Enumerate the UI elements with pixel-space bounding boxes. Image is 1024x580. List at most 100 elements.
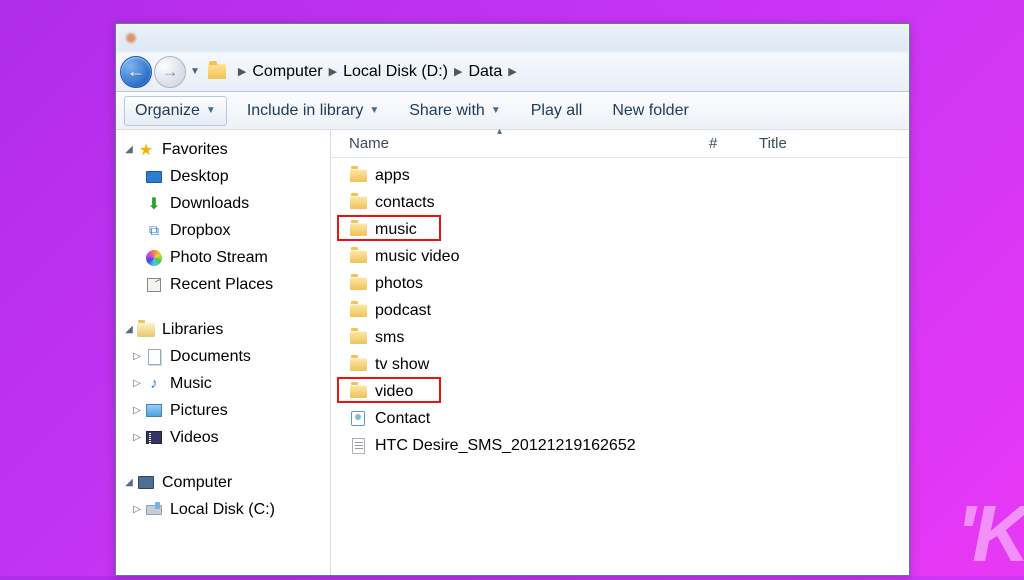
file-row-photos[interactable]: photos (331, 270, 909, 297)
main-area: ◢ ★ Favorites Desktop ⬇ Downloads ⧉ Drop… (116, 130, 909, 575)
command-toolbar: Organize ▼ Include in library ▼ Share wi… (116, 92, 909, 130)
sidebar-item-recent[interactable]: Recent Places (116, 271, 330, 298)
sidebar-item-label: Videos (170, 429, 219, 447)
file-name-label: podcast (375, 302, 431, 320)
sidebar-item-music[interactable]: ▷ ♪ Music (116, 370, 330, 397)
breadcrumb-segment-computer[interactable]: Computer (252, 63, 322, 81)
folder-icon (349, 357, 367, 372)
sidebar-item-videos[interactable]: ▷ Videos (116, 424, 330, 451)
collapse-icon[interactable]: ◢ (122, 324, 136, 335)
include-library-button[interactable]: Include in library ▼ (237, 97, 389, 125)
sidebar-item-desktop[interactable]: Desktop (116, 163, 330, 190)
address-breadcrumb[interactable]: ▶ Computer ▶ Local Disk (D:) ▶ Data ▶ (204, 58, 905, 86)
include-label: Include in library (247, 102, 364, 120)
nav-sidebar: ◢ ★ Favorites Desktop ⬇ Downloads ⧉ Drop… (116, 130, 331, 575)
expand-icon[interactable]: ▷ (130, 405, 144, 416)
document-icon (144, 348, 164, 366)
play-all-button[interactable]: Play all (521, 97, 593, 125)
folder-icon (349, 168, 367, 183)
sidebar-item-label: Recent Places (170, 276, 273, 294)
column-label: # (709, 135, 717, 152)
sidebar-item-label: Photo Stream (170, 249, 268, 267)
column-label: Title (759, 135, 787, 152)
back-button[interactable]: ← (120, 56, 152, 88)
folder-icon (349, 384, 367, 399)
sort-ascending-icon: ▴ (497, 126, 502, 137)
expand-icon[interactable]: ▷ (130, 378, 144, 389)
share-label: Share with (409, 102, 485, 120)
sidebar-item-label: Dropbox (170, 222, 230, 240)
textfile-icon (349, 438, 367, 453)
downloads-icon: ⬇ (144, 195, 164, 213)
file-row-music[interactable]: music (331, 216, 909, 243)
expand-icon[interactable]: ▷ (130, 504, 144, 515)
file-row-music-video[interactable]: music video (331, 243, 909, 270)
favorites-label: Favorites (162, 141, 228, 159)
file-row-sms[interactable]: sms (331, 324, 909, 351)
libraries-icon (136, 321, 156, 339)
file-row-podcast[interactable]: podcast (331, 297, 909, 324)
column-header-number[interactable]: # (709, 135, 759, 152)
file-name-label: photos (375, 275, 423, 293)
window-title-bar (116, 24, 909, 52)
breadcrumb-segment-folder[interactable]: Data (468, 63, 502, 81)
computer-group: ◢ Computer ▷ Local Disk (C:) (116, 469, 330, 523)
file-name-label: video (375, 383, 413, 401)
sidebar-item-dropbox[interactable]: ⧉ Dropbox (116, 217, 330, 244)
file-row-video[interactable]: video (331, 378, 909, 405)
collapse-icon[interactable]: ◢ (122, 144, 136, 155)
chevron-down-icon: ▼ (206, 105, 216, 116)
expand-icon[interactable]: ▷ (130, 432, 144, 443)
chevron-down-icon: ▼ (369, 105, 379, 116)
window-control-icon (126, 33, 136, 43)
photostream-icon (144, 249, 164, 267)
desktop-icon (144, 168, 164, 186)
chevron-right-icon: ▶ (508, 65, 516, 78)
star-icon: ★ (136, 141, 156, 159)
contact-icon (349, 411, 367, 426)
libraries-group: ◢ Libraries ▷ Documents ▷ ♪ Music ▷ (116, 316, 330, 451)
sidebar-item-documents[interactable]: ▷ Documents (116, 343, 330, 370)
videos-icon (144, 429, 164, 447)
libraries-header[interactable]: ◢ Libraries (116, 316, 330, 343)
sidebar-item-label: Local Disk (C:) (170, 501, 275, 519)
watermark: 'K (956, 488, 1024, 580)
breadcrumb-segment-drive[interactable]: Local Disk (D:) (343, 63, 448, 81)
file-name-label: contacts (375, 194, 435, 212)
newfolder-label: New folder (612, 102, 688, 120)
chevron-right-icon: ▶ (329, 65, 337, 78)
computer-icon (136, 474, 156, 492)
file-row-HTC-Desire_SMS_20121219162652[interactable]: HTC Desire_SMS_20121219162652 (331, 432, 909, 459)
file-name-label: HTC Desire_SMS_20121219162652 (375, 437, 636, 455)
new-folder-button[interactable]: New folder (602, 97, 698, 125)
file-row-contacts[interactable]: contacts (331, 189, 909, 216)
forward-button[interactable]: → (154, 56, 186, 88)
chevron-down-icon: ▼ (491, 105, 501, 116)
column-header-name[interactable]: Name ▴ (349, 135, 709, 152)
organize-button[interactable]: Organize ▼ (124, 96, 227, 126)
history-dropdown[interactable]: ▼ (190, 66, 200, 77)
file-name-label: tv show (375, 356, 429, 374)
collapse-icon[interactable]: ◢ (122, 477, 136, 488)
computer-header[interactable]: ◢ Computer (116, 469, 330, 496)
sidebar-item-pictures[interactable]: ▷ Pictures (116, 397, 330, 424)
share-button[interactable]: Share with ▼ (399, 97, 511, 125)
favorites-header[interactable]: ◢ ★ Favorites (116, 136, 330, 163)
column-header-title[interactable]: Title (759, 135, 909, 152)
file-name-label: music (375, 221, 417, 239)
sidebar-item-downloads[interactable]: ⬇ Downloads (116, 190, 330, 217)
content-pane: Name ▴ # Title apps contacts music music vi… (331, 130, 909, 575)
file-row-Contact[interactable]: Contact (331, 405, 909, 432)
play-label: Play all (531, 102, 583, 120)
drive-icon (144, 501, 164, 519)
computer-label: Computer (162, 474, 232, 492)
file-row-tv-show[interactable]: tv show (331, 351, 909, 378)
sidebar-item-localdisk-c[interactable]: ▷ Local Disk (C:) (116, 496, 330, 523)
sidebar-item-photostream[interactable]: Photo Stream (116, 244, 330, 271)
file-name-label: Contact (375, 410, 430, 428)
libraries-label: Libraries (162, 321, 223, 339)
file-row-apps[interactable]: apps (331, 162, 909, 189)
expand-icon[interactable]: ▷ (130, 351, 144, 362)
file-name-label: apps (375, 167, 410, 185)
sidebar-item-label: Desktop (170, 168, 229, 186)
